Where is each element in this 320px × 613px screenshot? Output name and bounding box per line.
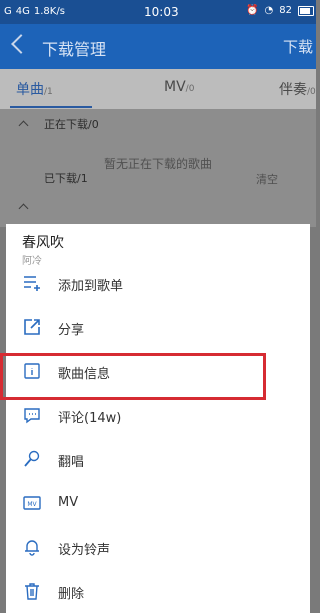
downloaded-section-label-text: 已下载/1	[44, 172, 88, 185]
tab-mv[interactable]: MV/0	[164, 79, 194, 95]
add-to-playlist-icon	[24, 276, 40, 291]
mv-icon: MV	[23, 496, 41, 510]
comment-icon	[24, 408, 40, 424]
network-speed: 1.8K/s	[33, 6, 65, 17]
highlight-box	[0, 353, 266, 400]
clock: 10:03	[144, 5, 179, 19]
menu-set-ringtone[interactable]: 设为铃声	[6, 528, 310, 568]
microphone-icon	[24, 450, 40, 467]
menu-label: 翻唱	[58, 455, 85, 470]
page-title: 下载管理	[42, 40, 107, 59]
tab-songs[interactable]: 单曲/1	[16, 79, 53, 99]
menu-label: 添加到歌单	[58, 279, 124, 294]
battery-level: 82	[279, 5, 292, 16]
tab-songs-label: 单曲	[16, 82, 44, 98]
status-bar: G 4G 1.8K/s 10:03 ⏰ ◔ 82	[0, 0, 316, 24]
menu-delete[interactable]: 删除	[6, 572, 310, 612]
network-indicator: 4G	[15, 6, 30, 17]
clear-button[interactable]: 清空	[256, 171, 278, 187]
chevron-up-icon[interactable]	[18, 120, 29, 131]
menu-share[interactable]: 分享	[6, 308, 310, 348]
menu-cover-sing[interactable]: 翻唱	[6, 440, 310, 480]
song-title: 春风吹	[22, 235, 64, 251]
menu-label: 分享	[58, 323, 85, 338]
tab-accompaniment-count: /0	[307, 87, 316, 97]
song-options-sheet: 春风吹 阿冷 添加到歌单 分享 歌曲信息 评论(14w) 翻唱 MV MV 设为…	[6, 224, 310, 613]
tab-bar: 单曲/1 MV/0 伴奏/0	[0, 69, 316, 109]
battery-icon	[298, 5, 314, 16]
svg-text:MV: MV	[27, 501, 37, 508]
menu-label: MV	[58, 495, 79, 510]
signal-indicator: G	[4, 6, 12, 17]
tab-accompaniment[interactable]: 伴奏/0	[279, 79, 316, 99]
tab-songs-count: /1	[44, 87, 53, 97]
bell-icon	[25, 540, 39, 556]
download-list-area: 正在下载/0 暂无正在下载的歌曲 已下载/1 清空	[0, 109, 316, 227]
menu-label: 设为铃声	[58, 543, 111, 558]
menu-label: 评论(14w)	[58, 411, 122, 426]
menu-comments[interactable]: 评论(14w)	[6, 396, 310, 436]
tab-mv-count: /0	[185, 84, 195, 94]
tab-accompaniment-label: 伴奏	[279, 82, 307, 98]
share-icon	[24, 319, 40, 335]
app-bar: 下载管理 下载	[0, 24, 316, 69]
active-tab-indicator	[10, 106, 92, 108]
tab-mv-label: MV	[164, 79, 186, 95]
trash-icon	[25, 583, 39, 600]
wifi-icon: ◔	[264, 5, 274, 16]
menu-mv[interactable]: MV MV	[6, 484, 310, 524]
back-arrow-icon[interactable]	[11, 34, 31, 54]
downloading-section-label: 正在下载/0	[44, 118, 99, 131]
chevron-up-icon[interactable]	[18, 203, 29, 214]
menu-add-to-playlist[interactable]: 添加到歌单	[6, 264, 310, 304]
menu-label: 删除	[58, 587, 85, 602]
download-action-button[interactable]: 下载	[283, 36, 313, 57]
alarm-icon: ⏰	[246, 5, 259, 16]
